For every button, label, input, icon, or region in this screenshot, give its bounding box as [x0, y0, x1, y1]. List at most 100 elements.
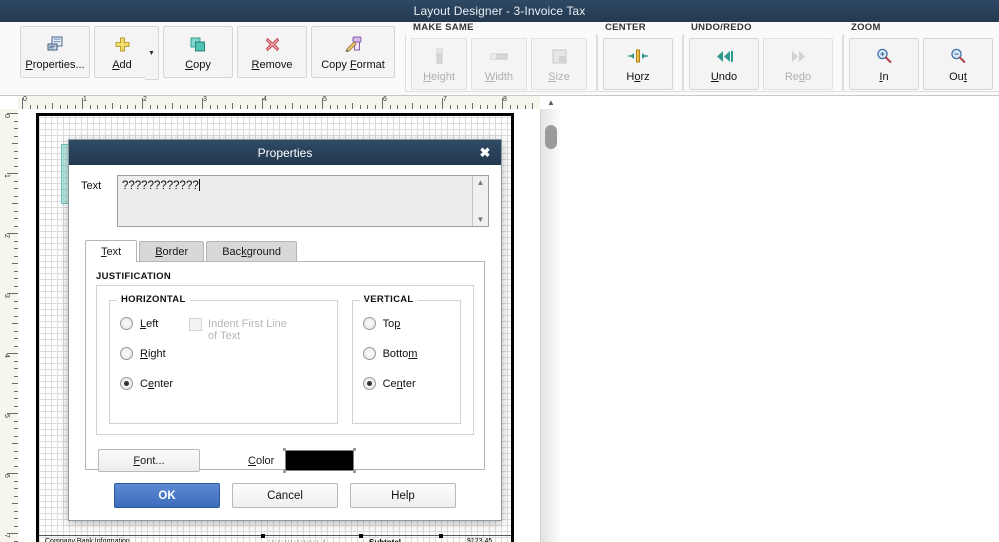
- radio-vertical-top-label: Top: [382, 317, 401, 330]
- toolbar-group-make-same: MAKE SAME Height Width Size: [405, 22, 597, 92]
- ruler-tick: [7, 293, 18, 294]
- canvas-vertical-scrollbar[interactable]: ▲: [540, 98, 561, 542]
- remove-button[interactable]: Remove: [237, 26, 307, 78]
- toolbar-group-main: Properties... Add ▼ Copy Remove Copy For…: [14, 22, 405, 95]
- subtotal-value[interactable]: $123.45: [467, 538, 492, 542]
- radio-horizontal-left[interactable]: Left: [120, 317, 173, 330]
- ruler-tick-label: 0: [23, 96, 27, 103]
- ok-button[interactable]: OK: [114, 483, 220, 508]
- make-same-size-label: Size: [548, 71, 570, 83]
- ruler-tick: [22, 98, 23, 109]
- redo-button[interactable]: Redo: [763, 38, 833, 90]
- toolbar-group-zoom: ZOOM In Out: [843, 22, 999, 92]
- copy-button[interactable]: Copy: [163, 26, 233, 78]
- ruler-tick-label: 2: [3, 234, 10, 238]
- toolbar: Properties... Add ▼ Copy Remove Copy For…: [0, 22, 999, 96]
- center-horz-icon: [627, 46, 649, 66]
- tab-border[interactable]: Border: [139, 241, 205, 262]
- dialog-titlebar[interactable]: Properties ✖: [69, 140, 501, 165]
- toolbar-group-undo-redo: UNDO/REDO Undo Redo: [683, 22, 843, 92]
- close-icon[interactable]: ✖: [477, 144, 493, 160]
- ruler-tick: [82, 98, 83, 109]
- make-same-height-label: Height: [423, 71, 455, 83]
- font-button-label: Font...: [133, 454, 165, 467]
- text-input-value: ????????????: [122, 179, 470, 192]
- radio-vertical-center[interactable]: Center: [362, 377, 450, 390]
- redo-icon: [788, 46, 808, 66]
- resize-handle[interactable]: [261, 534, 265, 538]
- font-button[interactable]: Font...: [98, 449, 200, 472]
- width-icon: [490, 46, 508, 66]
- ruler-tick-label: 6: [383, 96, 387, 103]
- radio-vertical-bottom-label: Bottom: [382, 347, 418, 360]
- bank-info-label[interactable]: Company Bank Information: [45, 538, 130, 542]
- resize-handle[interactable]: [439, 534, 443, 538]
- indent-first-line-checkbox[interactable]: Indent First Line of Text: [189, 317, 299, 423]
- ruler-tick-label: 4: [263, 96, 267, 103]
- tab-text[interactable]: Text: [85, 240, 138, 262]
- radio-horizontal-left-label: Left: [140, 317, 159, 330]
- ruler-tick-label: 1: [83, 96, 87, 103]
- radio-horizontal-center-label: Center: [140, 377, 174, 390]
- ruler-tick-label: 2: [143, 96, 147, 103]
- undo-button[interactable]: Undo: [689, 38, 759, 90]
- zoom-group-label: ZOOM: [848, 22, 884, 33]
- text-input-scrollbar[interactable]: ▲ ▼: [472, 176, 488, 226]
- text-scroll-down-arrow[interactable]: ▼: [473, 213, 488, 226]
- zoom-in-button[interactable]: In: [849, 38, 919, 90]
- center-horz-button[interactable]: Horz: [603, 38, 673, 90]
- ruler-tick: [7, 473, 18, 474]
- ruler-tick-label: 6: [3, 474, 10, 478]
- radio-vertical-top[interactable]: Top: [362, 317, 450, 330]
- remove-x-icon: [265, 34, 280, 54]
- resize-handle[interactable]: [359, 534, 363, 538]
- copy-format-button[interactable]: Copy Format: [311, 26, 395, 78]
- dialog-tabs: Text Border Background: [81, 240, 489, 262]
- invoice-bottom-row: Company Bank Information ¡¿¡¿¡¿¡¿¡¿¡¿¡¿¡…: [39, 534, 511, 542]
- window-title: Layout Designer - 3-Invoice Tax: [413, 4, 586, 18]
- text-scroll-up-arrow[interactable]: ▲: [473, 176, 488, 189]
- ruler-tick: [262, 98, 263, 109]
- make-same-height-button[interactable]: Height: [411, 38, 467, 90]
- radio-indicator-selected: [120, 377, 133, 390]
- scrollbar-thumb[interactable]: [545, 125, 557, 149]
- ruler-tick: [7, 353, 18, 354]
- horizontal-radio-list: Left Right Center: [120, 317, 173, 423]
- scroll-up-arrow[interactable]: ▲: [544, 96, 558, 109]
- swatch-handle: [283, 448, 287, 451]
- properties-button[interactable]: Properties...: [20, 26, 90, 78]
- radio-indicator: [120, 347, 133, 360]
- subtotal-label[interactable]: Subtotal: [369, 538, 401, 542]
- justification-box: HORIZONTAL Left Right Center Indent Firs…: [96, 285, 474, 435]
- ruler-tick-label: 4: [3, 354, 10, 358]
- ruler-tick-label: 3: [203, 96, 207, 103]
- indent-first-line-label: Indent First Line of Text: [208, 318, 287, 342]
- ruler-tick: [7, 533, 18, 534]
- ruler-tick-label: 5: [3, 414, 10, 418]
- radio-horizontal-right[interactable]: Right: [120, 347, 173, 360]
- height-icon: [434, 46, 445, 66]
- swatch-handle: [283, 470, 287, 473]
- ruler-tick: [382, 98, 383, 109]
- add-button[interactable]: Add: [94, 26, 150, 78]
- zoom-out-button[interactable]: Out: [923, 38, 993, 90]
- tab-background[interactable]: Background: [206, 241, 297, 262]
- horizontal-group-label: HORIZONTAL: [117, 294, 190, 305]
- vertical-radio-list: Top Bottom Center: [362, 317, 450, 407]
- properties-dialog: Properties ✖ Text ???????????? ▲ ▼ Text …: [68, 139, 502, 521]
- properties-icon: [47, 34, 64, 54]
- text-input[interactable]: ???????????? ▲ ▼: [117, 175, 489, 227]
- make-same-width-button[interactable]: Width: [471, 38, 527, 90]
- cancel-button[interactable]: Cancel: [232, 483, 338, 508]
- radio-horizontal-center[interactable]: Center: [120, 377, 173, 390]
- help-button[interactable]: Help: [350, 483, 456, 508]
- properties-button-label: Properties...: [25, 59, 85, 71]
- make-same-size-button[interactable]: Size: [531, 38, 587, 90]
- add-dropdown-arrow[interactable]: ▼: [145, 26, 159, 80]
- color-label: Color: [248, 454, 275, 467]
- radio-vertical-bottom[interactable]: Bottom: [362, 347, 450, 360]
- dialog-title: Properties: [257, 145, 313, 160]
- center-horz-label: Horz: [626, 71, 650, 83]
- color-swatch[interactable]: [283, 448, 357, 473]
- ruler-tick: [7, 173, 18, 174]
